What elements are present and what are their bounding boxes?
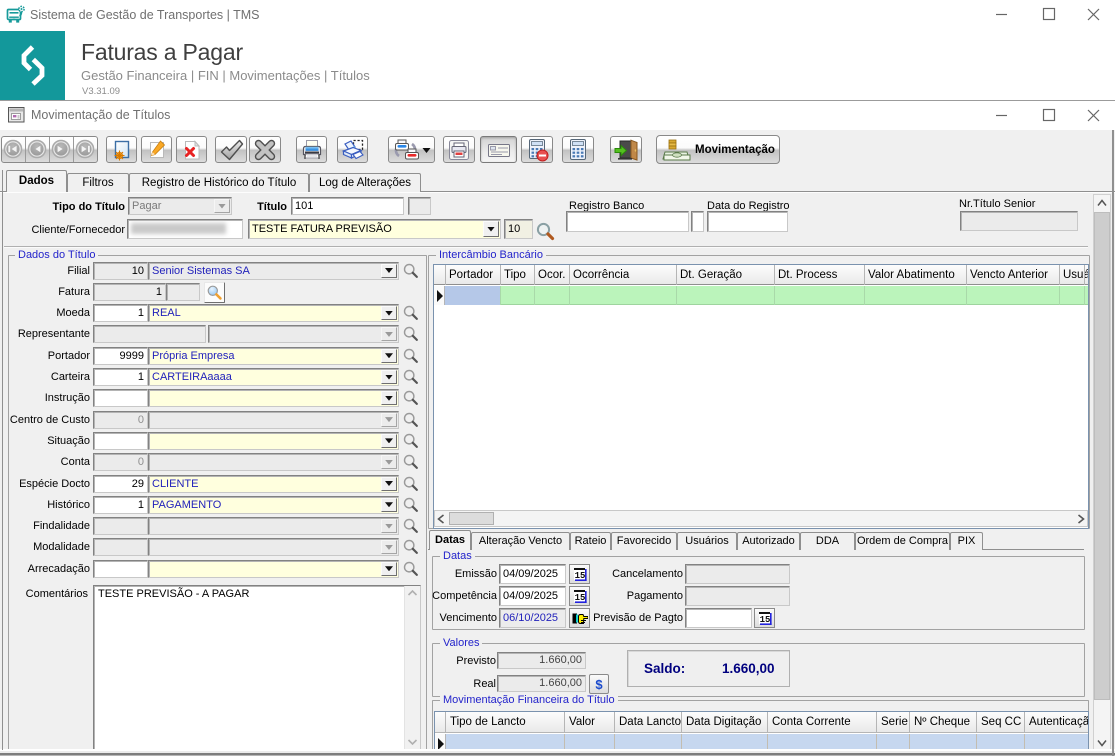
svg-text:15: 15 [759, 615, 770, 625]
